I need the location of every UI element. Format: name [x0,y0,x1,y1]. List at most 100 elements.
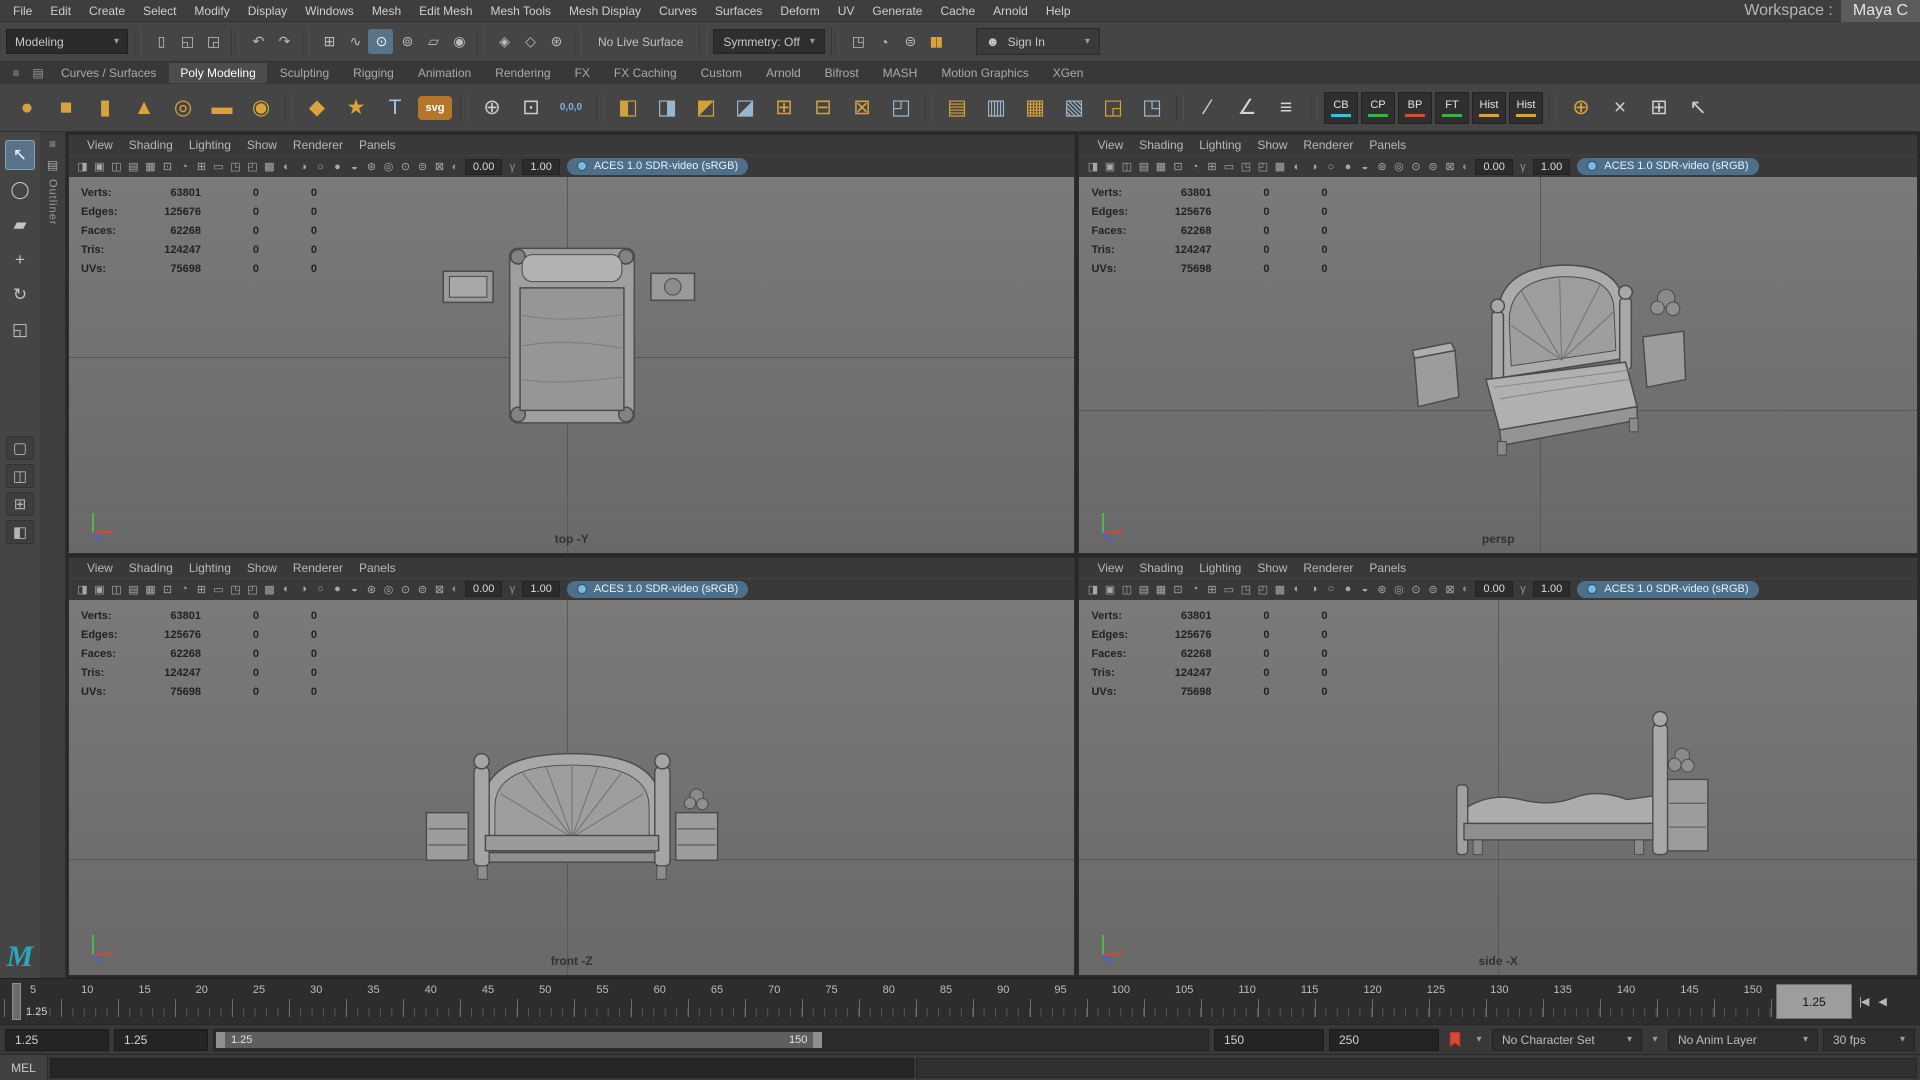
panel-menu-item[interactable]: Shading [1131,561,1191,575]
lights-icon[interactable]: ⊛ [1373,160,1390,173]
oversampling-icon[interactable]: ◔ [176,161,193,173]
panel-menu-item[interactable]: View [79,138,121,152]
safe-action-icon[interactable]: ◐ [278,161,295,173]
textured-icon[interactable]: ◒ [346,583,363,595]
panel-menu-item[interactable]: Show [239,561,285,575]
bed-model-top-view[interactable] [437,242,707,450]
camera-attributes-icon[interactable]: ◫ [1118,160,1135,173]
gamma-field[interactable]: 1.00 [522,581,559,597]
type-tool-icon[interactable]: T [376,89,414,127]
planar-mapping-icon[interactable]: ▤ [938,89,976,127]
timeline-ruler[interactable]: 5101520253035404550556065707580859095100… [4,981,1772,1022]
shadows-icon[interactable]: ◎ [380,583,397,596]
cut-uv-icon[interactable]: ◳ [1133,89,1171,127]
shadows-icon[interactable]: ◎ [380,160,397,173]
menu-item[interactable]: Edit [41,4,80,18]
redo-icon[interactable]: ↷ [271,29,296,54]
shelf-tab[interactable]: Curves / Surfaces [50,63,167,83]
shaded-icon[interactable]: ● [1339,583,1356,595]
history-on-button[interactable]: Hist [1472,92,1506,124]
bookmark-view-icon[interactable]: ▤ [1135,160,1152,173]
history-off-button[interactable]: Hist [1509,92,1543,124]
new-scene-icon[interactable]: ▯ [148,29,173,54]
menu-item[interactable]: Windows [296,4,363,18]
gamma-field[interactable]: 1.00 [1533,581,1570,597]
menu-item[interactable]: Select [134,4,185,18]
ipr-render-icon[interactable]: ◔ [871,29,896,54]
boolean-difference-icon[interactable]: ⊟ [804,89,842,127]
menu-item[interactable]: Display [239,4,296,18]
gate-mask-icon[interactable]: ◰ [244,160,261,173]
menu-item[interactable]: Curves [650,4,706,18]
gate-mask-icon[interactable]: ◰ [244,583,261,596]
menu-item[interactable]: Surfaces [706,4,771,18]
poly-disc-icon[interactable]: ◉ [242,89,280,127]
lock-camera-icon[interactable]: ▣ [1101,160,1118,173]
anti-alias-icon[interactable]: ⊜ [414,160,431,173]
image-plane-icon[interactable]: ▦ [1152,160,1169,173]
blend-pose-button[interactable]: BP [1398,92,1432,124]
construction-history-icon[interactable]: ⊛ [543,29,568,54]
platonic-solid-icon[interactable]: ◆ [298,89,336,127]
poly-cone-icon[interactable]: ▲ [125,89,163,127]
workspace-selector[interactable]: Maya C [1841,0,1920,22]
shelf-tab[interactable]: FX [564,63,601,83]
lights-icon[interactable]: ⊛ [1373,583,1390,596]
shadows-icon[interactable]: ◎ [1390,160,1407,173]
film-gate-icon[interactable]: ▭ [210,160,227,173]
wireframe-icon[interactable]: ○ [312,583,329,595]
origin-coords-icon[interactable]: 0,0,0 [551,89,591,127]
field-chart-icon[interactable]: ▩ [1271,583,1288,596]
panel-menu-item[interactable]: Show [1249,138,1295,152]
snap-to-point-icon[interactable]: ⊙ [368,29,393,54]
render-settings-icon[interactable]: ⊜ [897,29,922,54]
super-ellipse-icon[interactable]: ★ [337,89,375,127]
panel-menu-item[interactable]: Shading [121,138,181,152]
boolean-intersect-icon[interactable]: ⊠ [843,89,881,127]
camera-attributes-icon[interactable]: ◫ [108,160,125,173]
boolean-union-icon[interactable]: ⊞ [765,89,803,127]
viewport-canvas-front[interactable]: Verts: 63801 0 0 Edges: 125676 0 0 Faces… [69,600,1074,976]
two-d-pan-zoom-icon[interactable]: ⊡ [1169,583,1186,596]
pause-viewport-icon[interactable]: ▮▮ [923,29,948,54]
range-slider-range[interactable]: 1.25 150 [216,1032,822,1048]
lattice-icon[interactable]: ⊕ [1562,89,1600,127]
camera-attributes-icon[interactable]: ◫ [108,583,125,596]
bookmark-view-icon[interactable]: ▤ [1135,583,1152,596]
bed-model-persp-view[interactable] [1393,244,1703,486]
gate-mask-icon[interactable]: ◰ [1254,160,1271,173]
film-gate-icon[interactable]: ▭ [1220,160,1237,173]
shadows-icon[interactable]: ◎ [1390,583,1407,596]
viewport-front[interactable]: ViewShadingLightingShowRendererPanels ◨▣… [68,557,1075,977]
shaded-icon[interactable]: ● [329,583,346,595]
shelf-tab[interactable]: XGen [1042,63,1095,83]
shelf-tab[interactable]: Rendering [484,63,561,83]
animation-end-field[interactable]: 250 [1329,1029,1439,1051]
svg-tool-icon[interactable]: svg [418,96,452,120]
sphere-projection-icon[interactable]: ⊕ [473,89,511,127]
shelf-tab[interactable]: Bifrost [814,63,870,83]
bed-model-side-view[interactable] [1436,708,1711,882]
playback-end-field[interactable]: 150 [1214,1029,1324,1051]
auto-mapping-icon[interactable]: ▥ [977,89,1015,127]
input-operations-icon[interactable]: ◈ [491,29,516,54]
range-end-handle[interactable] [813,1032,822,1048]
image-plane-icon[interactable]: ▦ [1152,583,1169,596]
playback-start-field[interactable]: 1.25 [114,1029,208,1051]
shelf-tab[interactable]: Sculpting [269,63,340,83]
current-time-field[interactable]: 1.25 [1776,984,1852,1019]
status-separator[interactable] [831,29,839,55]
panel-menu-item[interactable]: Lighting [181,561,239,575]
exposure-field[interactable]: 0.00 [465,159,502,175]
panel-menu-item[interactable]: View [79,561,121,575]
field-chart-icon[interactable]: ▩ [261,583,278,596]
step-back-key-button[interactable]: ◀ [1875,993,1888,1010]
two-d-pan-zoom-icon[interactable]: ⊡ [159,160,176,173]
bed-model-front-view[interactable] [424,725,719,887]
xray-icon[interactable]: ⊠ [431,583,448,596]
panel-menu-item[interactable]: Renderer [285,561,351,575]
menu-item[interactable]: Arnold [984,4,1037,18]
safe-action-icon[interactable]: ◐ [1288,161,1305,173]
menu-item[interactable]: Create [80,4,134,18]
paint-select-tool[interactable]: ▰ [5,210,35,240]
